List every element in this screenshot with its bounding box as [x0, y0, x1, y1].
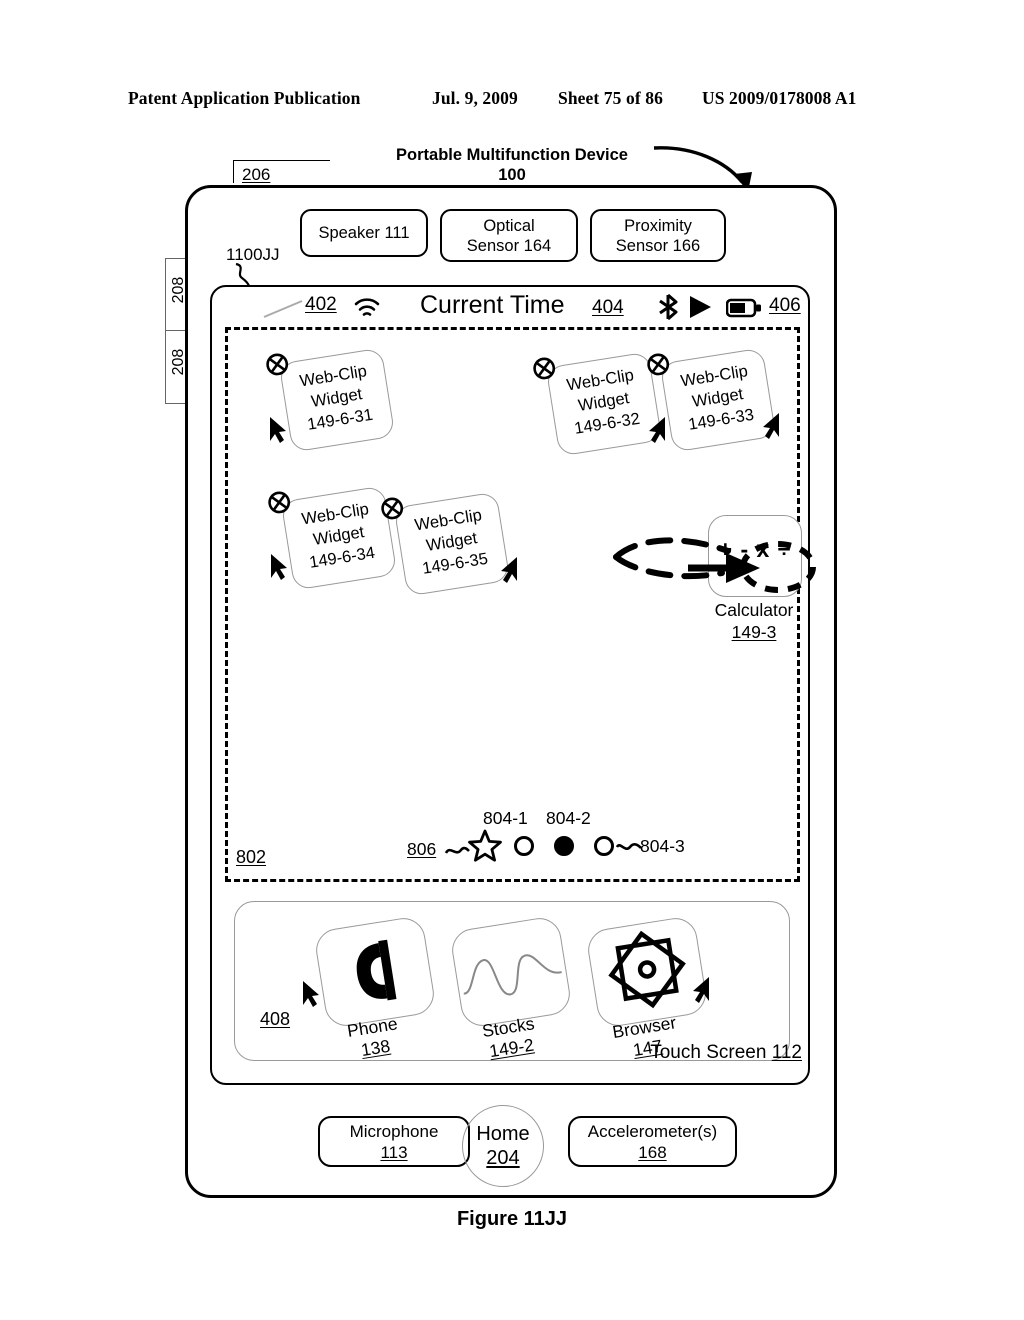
speaker-callout: Speaker 111 [300, 209, 428, 257]
page-dot-3-leader-squiggle [616, 843, 642, 850]
proximity-line1: Proximity [624, 216, 692, 235]
finger-pointer-icon-32 [649, 417, 665, 443]
wc32-line2: Widget [576, 389, 631, 415]
page-dot-3[interactable] [594, 836, 614, 856]
finger-pointer-icon-31 [270, 417, 286, 443]
finger-pointer-icon-phone [303, 981, 319, 1007]
optical-line2: Sensor 164 [466, 236, 552, 255]
home-button[interactable]: Home 204 [462, 1105, 544, 1187]
delete-widget-icon[interactable] [645, 351, 671, 377]
web-clip-widget-149-6-31[interactable]: Web-Clip Widget 149-6-31 [266, 347, 396, 453]
ref-206: 206 [242, 165, 271, 184]
signal-bars-icon [263, 300, 303, 318]
delete-widget-icon[interactable] [266, 489, 292, 515]
wc33-line2: Widget [690, 385, 745, 411]
finger-pointer-icon-33 [763, 413, 779, 439]
publication-date: Jul. 9, 2009 [432, 88, 518, 108]
calculator-label-block: Calculator 149-3 [690, 599, 818, 643]
web-clip-widget-149-6-33[interactable]: Web-Clip Widget 149-6-33 [647, 347, 777, 453]
delete-widget-icon[interactable] [379, 495, 405, 521]
calculator-ref: 149-3 [731, 622, 777, 642]
wc31-line2: Widget [309, 385, 364, 411]
page-header: Patent Application Publication Jul. 9, 2… [0, 88, 1024, 114]
figure-caption: Figure 11JJ [456, 1208, 568, 1230]
calculator-drag-gesture [613, 537, 816, 593]
wifi-icon [354, 298, 380, 316]
speaker-label: Speaker 111 [318, 224, 410, 242]
page-dot-2-active[interactable] [554, 836, 574, 856]
wc34-line2: Widget [311, 523, 366, 549]
home-ref: 204 [486, 1147, 520, 1169]
touch-screen-callout: Touch Screen 112 [612, 1042, 802, 1064]
bluetooth-icon [659, 293, 678, 321]
home-label: Home [476, 1123, 530, 1145]
delete-widget-icon[interactable] [264, 351, 290, 377]
microphone-callout: Microphone 113 [318, 1116, 470, 1167]
page-indicator-star-icon[interactable] [468, 829, 502, 863]
page-dot-3-ref: 804-3 [640, 836, 685, 856]
phone-ref: 138 [359, 1035, 392, 1061]
dock-ref: 408 [260, 1009, 291, 1029]
status-bar: 402 Current Time 404 406 [212, 287, 812, 327]
microphone-ref: 113 [380, 1142, 408, 1162]
accelerometer-callout: Accelerometer(s) 168 [568, 1116, 737, 1167]
signal-ref: 402 [305, 294, 337, 315]
touch-screen-label: Touch Screen [650, 1042, 767, 1063]
page-indicator-ref: 806 [407, 839, 437, 859]
page-dot-2-ref: 804-2 [546, 808, 591, 828]
proximity-sensor-callout: Proximity Sensor 166 [590, 209, 726, 262]
web-clip-widget-149-6-35[interactable]: Web-Clip Widget 149-6-35 [381, 491, 511, 597]
proximity-line2: Sensor 166 [615, 236, 701, 255]
current-time-label: Current Time [420, 291, 565, 319]
page-dot-1-ref: 804-1 [483, 808, 528, 828]
patent-number: US 2009/0178008 A1 [702, 88, 857, 108]
page-indicator-leader-squiggle [444, 846, 470, 854]
battery-icon [726, 298, 761, 318]
optical-line1: Optical [483, 216, 535, 235]
play-icon [690, 296, 711, 318]
current-time-ref: 404 [592, 297, 624, 318]
device-title-text: Portable Multifunction Device [396, 146, 628, 164]
finger-pointer-icon-35 [501, 557, 517, 583]
finger-pointer-icon-browser [693, 977, 709, 1003]
wc35-line2: Widget [424, 529, 479, 555]
accelerometer-ref: 168 [638, 1142, 667, 1162]
finger-pointer-icon-34 [271, 554, 287, 580]
battery-ref: 406 [769, 295, 801, 316]
web-clip-widget-149-6-32[interactable]: Web-Clip Widget 149-6-32 [533, 351, 663, 457]
touch-screen-ref: 112 [771, 1042, 802, 1063]
accelerometer-label: Accelerometer(s) [587, 1121, 718, 1141]
publication-label: Patent Application Publication [128, 88, 361, 108]
microphone-label: Microphone [349, 1121, 439, 1141]
device-title: Portable Multifunction Device 100 [362, 145, 662, 185]
device-ref: 100 [498, 166, 526, 184]
widget-area-ref: 802 [236, 847, 267, 867]
optical-sensor-callout: Optical Sensor 164 [440, 209, 578, 262]
touch-screen[interactable]: 402 Current Time 404 406 802 Web-Clip Wi… [210, 285, 816, 1085]
delete-widget-icon[interactable] [531, 355, 557, 381]
page-dot-1[interactable] [514, 836, 534, 856]
sheet-number: Sheet 75 of 86 [558, 88, 663, 108]
